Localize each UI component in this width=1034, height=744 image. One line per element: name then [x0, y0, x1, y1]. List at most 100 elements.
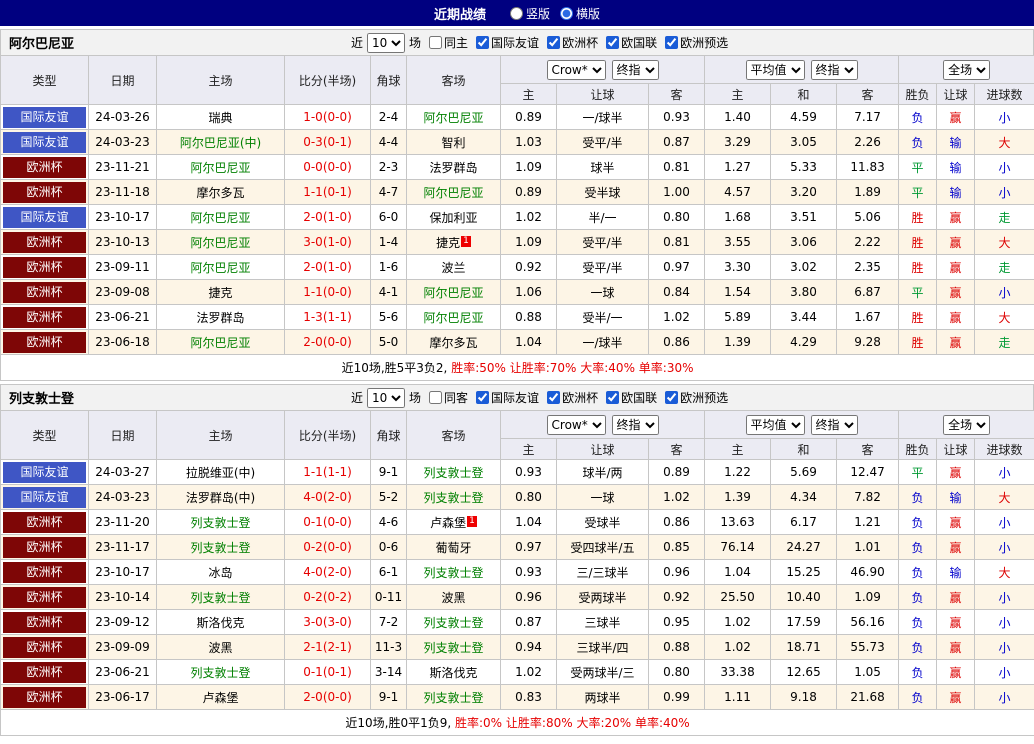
- competition-type-cell: 欧洲杯: [1, 305, 89, 330]
- competition-checkbox[interactable]: 欧洲杯: [539, 34, 598, 51]
- over-under-result: 大: [975, 130, 1034, 155]
- checkbox-input[interactable]: [606, 391, 619, 404]
- handicap-result: 输: [937, 485, 975, 510]
- match-date: 23-06-21: [89, 305, 157, 330]
- result-scope-header: 全场: [899, 411, 1034, 439]
- checkbox-input[interactable]: [547, 391, 560, 404]
- sub-column-header: 主: [705, 439, 771, 460]
- sub-column-header: 让球: [937, 84, 975, 105]
- asian-away-odds: 0.97: [649, 255, 705, 280]
- summary-segment: 近10场,胜0平1负9,: [345, 716, 451, 730]
- competition-checkbox[interactable]: 欧国联: [598, 389, 657, 406]
- sub-column-header: 和: [771, 84, 837, 105]
- same-venue-checkbox[interactable]: 同客: [421, 389, 468, 406]
- match-count-select[interactable]: 10: [367, 33, 405, 53]
- competition-type-cell: 欧洲杯: [1, 685, 89, 710]
- europe-draw-odds: 17.59: [771, 610, 837, 635]
- checkbox-label: 欧国联: [621, 389, 657, 406]
- vertical-radio-input[interactable]: [510, 7, 523, 20]
- europe-odds-select[interactable]: 平均值: [746, 60, 805, 80]
- europe-draw-odds: 9.18: [771, 685, 837, 710]
- result-scope-select[interactable]: 全场: [943, 60, 990, 80]
- asian-home-odds: 0.80: [501, 485, 557, 510]
- competition-checkbox[interactable]: 国际友谊: [468, 389, 539, 406]
- home-team-cell: 列支敦士登: [157, 585, 285, 610]
- home-team-name: 卢森堡: [202, 691, 238, 705]
- away-team-name: 列支敦士登: [423, 616, 483, 630]
- competition-type-badge: 国际友谊: [3, 132, 86, 153]
- layout-radio-vertical[interactable]: 竖版: [510, 5, 550, 22]
- match-row: 欧洲杯23-11-21阿尔巴尼亚0-0(0-0)2-3法罗群岛1.09球半0.8…: [1, 155, 1034, 180]
- europe-away-odds: 1.09: [837, 585, 899, 610]
- match-row: 欧洲杯23-09-11阿尔巴尼亚2-0(1-0)1-6波兰0.92受平/半0.9…: [1, 255, 1034, 280]
- layout-radio-horizontal[interactable]: 横版: [560, 5, 600, 22]
- score-halftime: 2-0(0-0): [285, 330, 371, 355]
- competition-type-cell: 欧洲杯: [1, 280, 89, 305]
- europe-odds-select[interactable]: 终指: [811, 415, 858, 435]
- checkbox-label: 欧洲杯: [562, 389, 598, 406]
- competition-type-badge: 欧洲杯: [3, 637, 86, 658]
- home-team-cell: 摩尔多瓦: [157, 180, 285, 205]
- checkbox-label: 欧国联: [621, 34, 657, 51]
- win-loss-result: 负: [899, 660, 937, 685]
- asian-handicap-line: 受两球半/三: [557, 660, 649, 685]
- checkbox-input[interactable]: [429, 36, 442, 49]
- checkbox-input[interactable]: [606, 36, 619, 49]
- handicap-result: 赢: [937, 535, 975, 560]
- odds-source-select[interactable]: 终指: [612, 415, 659, 435]
- handicap-result: 赢: [937, 510, 975, 535]
- away-team-cell: 阿尔巴尼亚: [407, 180, 501, 205]
- competition-checkbox[interactable]: 欧洲预选: [657, 34, 728, 51]
- away-team-name: 葡萄牙: [435, 541, 471, 555]
- asian-handicap-line: 受两球半: [557, 585, 649, 610]
- sub-column-header: 客: [837, 84, 899, 105]
- result-scope-select[interactable]: 全场: [943, 415, 990, 435]
- checkbox-input[interactable]: [665, 391, 678, 404]
- europe-home-odds: 33.38: [705, 660, 771, 685]
- europe-home-odds: 4.57: [705, 180, 771, 205]
- asian-home-odds: 0.89: [501, 180, 557, 205]
- asian-handicap-line: 球半/两: [557, 460, 649, 485]
- horizontal-radio-input[interactable]: [560, 7, 573, 20]
- match-count-select[interactable]: 10: [367, 388, 405, 408]
- corners: 0-6: [371, 535, 407, 560]
- home-team-cell: 卢森堡: [157, 685, 285, 710]
- europe-odds-select[interactable]: 平均值: [746, 415, 805, 435]
- odds-source-select[interactable]: Crow*: [547, 60, 606, 80]
- asian-handicap-line: 三球半/四: [557, 635, 649, 660]
- handicap-result: 赢: [937, 305, 975, 330]
- checkbox-input[interactable]: [547, 36, 560, 49]
- odds-source-select[interactable]: Crow*: [547, 415, 606, 435]
- competition-type-badge: 欧洲杯: [3, 157, 86, 178]
- handicap-result: 赢: [937, 205, 975, 230]
- checkbox-input[interactable]: [476, 36, 489, 49]
- horizontal-radio-label: 横版: [576, 5, 600, 22]
- sub-column-header: 胜负: [899, 439, 937, 460]
- same-venue-checkbox[interactable]: 同主: [421, 34, 468, 51]
- europe-odds-select[interactable]: 终指: [811, 60, 858, 80]
- away-team-cell: 阿尔巴尼亚: [407, 305, 501, 330]
- home-team-name: 列支敦士登: [190, 541, 250, 555]
- corners: 11-3: [371, 635, 407, 660]
- summary-segment: 近10场,胜5平3负2,: [342, 361, 448, 375]
- vertical-radio-label: 竖版: [526, 5, 550, 22]
- checkbox-input[interactable]: [476, 391, 489, 404]
- odds-source-select[interactable]: 终指: [612, 60, 659, 80]
- sub-column-header: 主: [501, 84, 557, 105]
- europe-away-odds: 46.90: [837, 560, 899, 585]
- asian-handicap-line: 球半: [557, 155, 649, 180]
- competition-checkbox[interactable]: 国际友谊: [468, 34, 539, 51]
- competition-checkbox[interactable]: 欧洲预选: [657, 389, 728, 406]
- competition-checkbox[interactable]: 欧洲杯: [539, 389, 598, 406]
- match-row: 欧洲杯23-06-21法罗群岛1-3(1-1)5-6阿尔巴尼亚0.88受半/一1…: [1, 305, 1034, 330]
- asian-handicap-line: 受平/半: [557, 130, 649, 155]
- competition-checkbox[interactable]: 欧国联: [598, 34, 657, 51]
- asian-home-odds: 1.04: [501, 510, 557, 535]
- checkbox-input[interactable]: [665, 36, 678, 49]
- over-under-result: 小: [975, 635, 1034, 660]
- asian-away-odds: 0.81: [649, 230, 705, 255]
- checkbox-input[interactable]: [429, 391, 442, 404]
- asian-handicap-line: 半/一: [557, 205, 649, 230]
- column-header: 主场: [157, 411, 285, 460]
- home-team-name: 阿尔巴尼亚: [190, 211, 250, 225]
